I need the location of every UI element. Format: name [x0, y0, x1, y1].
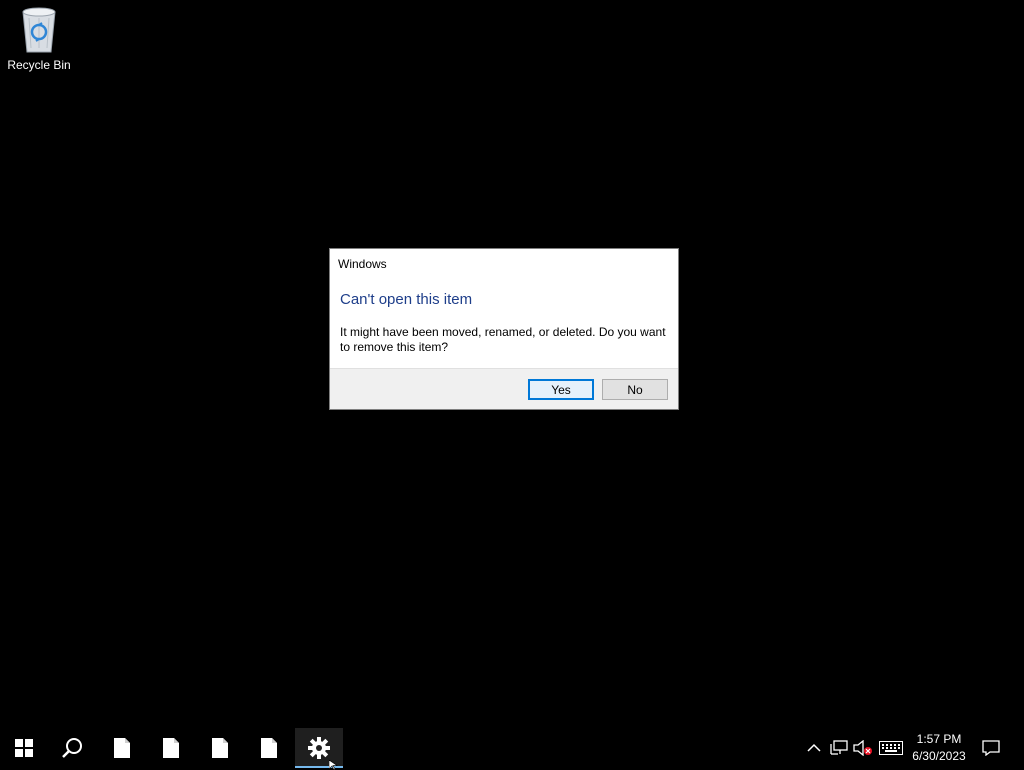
cant-open-item-dialog: Windows Can't open this item It might ha…: [329, 248, 679, 410]
dialog-title: Windows: [338, 257, 387, 271]
file-icon: [261, 738, 277, 758]
taskbar-file-4[interactable]: [245, 728, 293, 768]
taskbar-file-2[interactable]: [147, 728, 195, 768]
network-tray-button[interactable]: [828, 728, 850, 768]
action-center-icon: [982, 740, 1000, 756]
settings-gear-icon: [308, 737, 330, 759]
start-button[interactable]: [0, 728, 48, 768]
dialog-heading: Can't open this item: [340, 291, 473, 308]
volume-tray-button[interactable]: [852, 728, 874, 768]
file-icon: [114, 738, 130, 758]
taskbar-file-3[interactable]: [196, 728, 244, 768]
search-icon: [62, 738, 82, 758]
windows-logo-icon: [15, 739, 33, 757]
taskbar-file-1[interactable]: [98, 728, 146, 768]
recycle-bin-label: Recycle Bin: [7, 58, 71, 72]
recycle-bin-icon: [22, 7, 56, 53]
search-button[interactable]: [48, 728, 96, 768]
dialog-message: It might have been moved, renamed, or de…: [340, 325, 666, 354]
file-icon: [212, 738, 228, 758]
action-center-button[interactable]: [978, 728, 1004, 768]
touch-keyboard-button[interactable]: [877, 728, 905, 768]
dialog-footer: Yes No: [330, 368, 678, 409]
no-button[interactable]: No: [602, 379, 668, 400]
keyboard-icon: [879, 741, 903, 755]
show-hidden-icons-button[interactable]: [804, 728, 824, 768]
recycle-bin-shortcut[interactable]: Recycle Bin: [4, 6, 74, 76]
clock-time: 1:57 PM: [916, 732, 962, 746]
taskbar-clock[interactable]: 1:57 PM 6/30/2023: [906, 728, 972, 768]
network-icon: [830, 740, 848, 755]
chevron-up-icon: [807, 743, 821, 752]
yes-button[interactable]: Yes: [528, 379, 594, 400]
mouse-cursor-icon: [329, 760, 338, 770]
taskbar: 1:57 PM 6/30/2023: [0, 728, 1024, 768]
clock-date: 6/30/2023: [912, 749, 966, 763]
volume-muted-icon: [853, 740, 872, 756]
file-icon: [163, 738, 179, 758]
